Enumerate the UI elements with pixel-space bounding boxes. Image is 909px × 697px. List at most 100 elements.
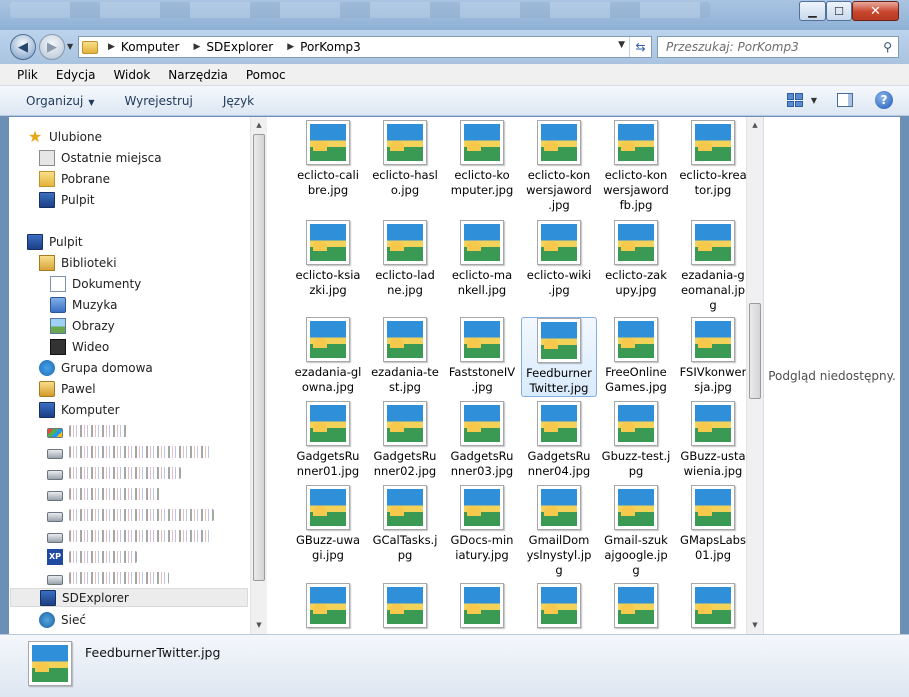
file-item[interactable]: eclicto-zak upy.jpg [598,220,674,298]
language-button[interactable]: Język [223,94,254,108]
file-item[interactable]: GBuzz-uwa gi.jpg [290,485,366,563]
file-item[interactable]: GmailDom yslnystyl.jp g [521,485,597,578]
file-item[interactable]: FaststoneIV .jpg [444,317,520,395]
nav-libraries[interactable]: Biblioteki [39,253,117,272]
menu-edit[interactable]: Edycja [56,68,96,82]
file-item[interactable]: ezadania-g eomanal.jp g [675,220,746,313]
eject-button[interactable]: Wyrejestruj [124,94,192,108]
back-button[interactable]: ◀ [10,34,36,60]
breadcrumb-separator-icon[interactable]: ▶ [193,42,200,52]
nav-homegroup[interactable]: Grupa domowa [39,358,153,377]
nav-drive-obscured[interactable] [47,484,161,503]
breadcrumb-computer[interactable]: Komputer [121,40,180,54]
scrollbar-thumb[interactable] [253,134,265,581]
file-item[interactable]: eclicto-ko mputer.jpg [444,120,520,198]
forward-button[interactable]: ▶ [39,34,65,60]
file-name-line: sja.jpg [694,380,732,394]
nav-desktop-favorite[interactable]: Pulpit [39,190,95,209]
menu-file[interactable]: Plik [17,68,38,82]
file-item[interactable]: eclicto-lad ne.jpg [367,220,443,298]
address-bar[interactable]: ▶ Komputer ▶ SDExplorer ▶ PorKomp3 ▼ ⇆ [78,36,652,58]
nav-drive-obscured[interactable] [47,463,181,482]
menu-help[interactable]: Pomoc [246,68,286,82]
file-name-line: eclicto-ma [451,268,513,282]
nav-music[interactable]: Muzyka [50,295,117,314]
nav-drive-obscured[interactable] [47,568,169,587]
file-item[interactable]: GadgetsRu nner01.jpg [290,401,366,479]
nav-drive-obscured[interactable] [47,442,211,461]
menu-view[interactable]: Widok [113,68,150,82]
file-item[interactable]: eclicto-ksia zki.jpg [290,220,366,298]
nav-desktop[interactable]: Pulpit [27,232,83,251]
file-item[interactable]: ezadania-te st.jpg [367,317,443,395]
file-item[interactable] [675,583,746,628]
file-item[interactable] [290,583,366,628]
nav-drive-obscured[interactable] [47,505,214,524]
file-item[interactable]: GadgetsRu nner04.jpg [521,401,597,479]
minimize-button[interactable]: ▁ [799,1,826,21]
file-item[interactable]: GadgetsRu nner03.jpg [444,401,520,479]
nav-favorites[interactable]: ★ Ulubione [27,127,102,146]
file-item[interactable]: eclicto-hasl o.jpg [367,120,443,198]
nav-computer[interactable]: Komputer [39,400,120,419]
file-item[interactable] [367,583,443,628]
scroll-up-arrow-icon[interactable]: ▲ [747,117,763,134]
file-item[interactable]: GadgetsRu nner02.jpg [367,401,443,479]
file-item[interactable]: GMapsLabs 01.jpg [675,485,746,563]
nav-drive-obscured[interactable] [47,421,127,440]
file-list-scrollbar[interactable]: ▲ ▼ [746,117,763,634]
scrollbar-thumb[interactable] [749,303,761,399]
nav-pictures[interactable]: Obrazy [50,316,115,335]
nav-drive-obscured[interactable] [47,526,211,545]
breadcrumb-separator-icon[interactable]: ▶ [287,42,294,52]
change-view-icon[interactable] [786,93,803,107]
file-item[interactable]: GBuzz-usta wienia.jpg [675,401,746,479]
search-input[interactable]: Przeszukaj: PorKomp3 ⚲ [657,36,899,58]
scroll-up-arrow-icon[interactable]: ▲ [251,117,267,134]
file-item[interactable]: Gbuzz-test.j pg [598,401,674,479]
nav-downloads[interactable]: Pobrane [39,169,110,188]
image-file-icon [614,485,658,530]
breadcrumb-separator-icon[interactable]: ▶ [108,42,115,52]
scroll-down-arrow-icon[interactable]: ▼ [251,617,267,634]
maximize-button[interactable]: ☐ [826,1,852,21]
breadcrumb-porkomp3[interactable]: PorKomp3 [300,40,361,54]
file-item[interactable]: ezadania-gl owna.jpg [290,317,366,395]
file-item[interactable] [521,583,597,628]
search-icon[interactable]: ⚲ [883,40,892,54]
file-item[interactable]: eclicto-kon wersjaword .jpg [521,120,597,213]
nav-drive-obscured[interactable]: XP [47,547,137,566]
address-dropdown-icon[interactable]: ▼ [618,40,625,50]
refresh-icon[interactable]: ⇆ [629,37,651,57]
file-item[interactable]: Gmail-szuk ajgoogle.jp g [598,485,674,578]
navigation-scrollbar[interactable]: ▲ ▼ [250,117,267,634]
file-item[interactable]: eclicto-cali bre.jpg [290,120,366,198]
file-item[interactable]: FreeOnline Games.jpg [598,317,674,395]
file-item[interactable]: FSIVkonwer sja.jpg [675,317,746,395]
file-item[interactable]: eclicto-krea tor.jpg [675,120,746,198]
nav-user[interactable]: Pawel [39,379,96,398]
help-icon[interactable]: ? [875,91,893,109]
nav-videos[interactable]: Wideo [50,337,109,356]
organize-button[interactable]: Organizuj ▼ [26,94,94,108]
file-item[interactable]: eclicto-kon wersjaword fb.jpg [598,120,674,213]
file-item[interactable] [598,583,674,628]
file-item[interactable]: eclicto-wiki .jpg [521,220,597,298]
file-name-line: mputer.jpg [450,183,514,197]
scroll-down-arrow-icon[interactable]: ▼ [747,617,763,634]
file-item[interactable]: GDocs-min iatury.jpg [444,485,520,563]
menu-tools[interactable]: Narzędzia [168,68,228,82]
file-item[interactable]: eclicto-ma nkell.jpg [444,220,520,298]
nav-recent-places[interactable]: Ostatnie miejsca [39,148,162,167]
nav-network[interactable]: Sieć [39,610,86,629]
recent-pages-dropdown-icon[interactable]: ▼ [67,42,73,51]
view-options-dropdown-icon[interactable]: ▼ [811,96,817,105]
file-item[interactable]: GCalTasks.j pg [367,485,443,563]
file-item[interactable]: Feedburner Twitter.jpg [521,317,597,397]
nav-documents[interactable]: Dokumenty [50,274,141,293]
breadcrumb-sdexplorer[interactable]: SDExplorer [206,40,273,54]
preview-pane-icon[interactable] [837,93,853,107]
close-button[interactable]: ✕ [852,1,899,21]
file-item[interactable] [444,583,520,628]
nav-sdexplorer[interactable]: SDExplorer [10,588,248,607]
